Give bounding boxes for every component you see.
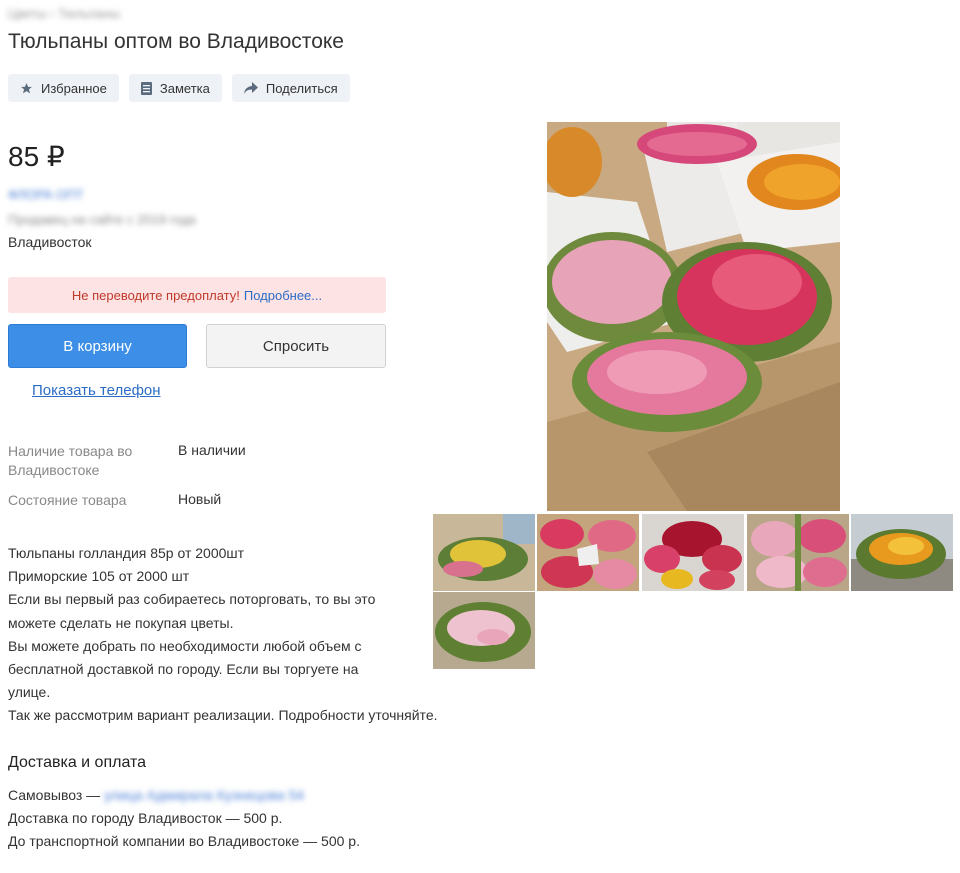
- favorite-label: Избранное: [41, 80, 107, 96]
- pickup-line: Самовывоз — улица Адмирала Кузнецова 54: [8, 784, 360, 807]
- thumbnail[interactable]: [642, 514, 744, 591]
- description-line: Вы можете добрать по необходимости любой…: [8, 637, 362, 654]
- share-label: Поделиться: [265, 80, 338, 96]
- city-label: Владивосток: [8, 234, 92, 250]
- spec-availability-value: В наличии: [178, 442, 246, 458]
- transport-delivery-line: До транспортной компании во Владивостоке…: [8, 833, 360, 850]
- share-arrow-icon: [243, 82, 258, 94]
- ask-seller-button[interactable]: Спросить: [206, 324, 386, 368]
- description-line: Тюльпаны голландия 85р от 2000шт: [8, 545, 245, 561]
- spec-availability-label: Наличие товара во Владивостоке: [8, 443, 133, 478]
- thumbnail[interactable]: [433, 514, 535, 591]
- note-label: Заметка: [159, 80, 210, 96]
- price: 85 ₽: [8, 141, 65, 172]
- add-to-cart-button[interactable]: В корзину: [8, 324, 187, 368]
- description-line: Приморские 105 от 2000 шт: [8, 568, 190, 585]
- warning-more-link[interactable]: Подробнее...: [244, 288, 322, 303]
- breadcrumb[interactable]: Цветы › Тюльпаны: [8, 6, 120, 21]
- spec-condition-label: Состояние товара: [8, 492, 127, 508]
- show-phone-link[interactable]: Показать телефон: [32, 382, 161, 399]
- seller-name-link[interactable]: ФЛОРА ОПТ: [8, 187, 84, 202]
- seller-meta: Продавец на сайте с 2019 года: [8, 212, 196, 227]
- action-bar: Избранное Заметка Поделиться: [8, 74, 350, 102]
- page-title: Тюльпаны оптом во Владивостоке: [8, 30, 344, 53]
- star-icon: [21, 82, 32, 93]
- share-button[interactable]: Поделиться: [231, 74, 350, 102]
- pickup-address-link[interactable]: улица Адмирала Кузнецова 54: [104, 787, 304, 803]
- prepayment-warning: Не переводите предоплату! Подробнее...: [8, 277, 386, 313]
- thumbnail[interactable]: [747, 514, 849, 591]
- description: Тюльпаны голландия 85р от 2000шт Приморс…: [8, 542, 478, 728]
- description-line: Если вы первый раз собираетесь поторгова…: [8, 591, 376, 608]
- description-line: Так же рассмотрим вариант реализации. По…: [8, 707, 438, 724]
- delivery-heading: Доставка и оплата: [8, 754, 147, 771]
- description-line: улице.: [8, 684, 51, 701]
- note-icon: [140, 81, 152, 95]
- warning-text: Не переводите предоплату!: [71, 287, 240, 303]
- description-line: можете сделать не покупая цветы.: [8, 614, 234, 631]
- spec-condition-value: Новый: [178, 491, 222, 507]
- thumbnail[interactable]: [433, 592, 535, 669]
- thumbnail[interactable]: [851, 514, 953, 591]
- note-button[interactable]: Заметка: [128, 74, 222, 102]
- thumbnail[interactable]: [537, 514, 639, 591]
- main-product-photo[interactable]: [547, 122, 840, 511]
- favorite-button[interactable]: Избранное: [8, 74, 119, 102]
- city-delivery-line: Доставка по городу Владивосток — 500 р.: [8, 810, 283, 827]
- delivery-info: Самовывоз — улица Адмирала Кузнецова 54 …: [8, 784, 360, 854]
- description-line: бесплатной доставкой по городу. Если вы …: [8, 661, 359, 678]
- pickup-label: Самовывоз —: [8, 787, 101, 803]
